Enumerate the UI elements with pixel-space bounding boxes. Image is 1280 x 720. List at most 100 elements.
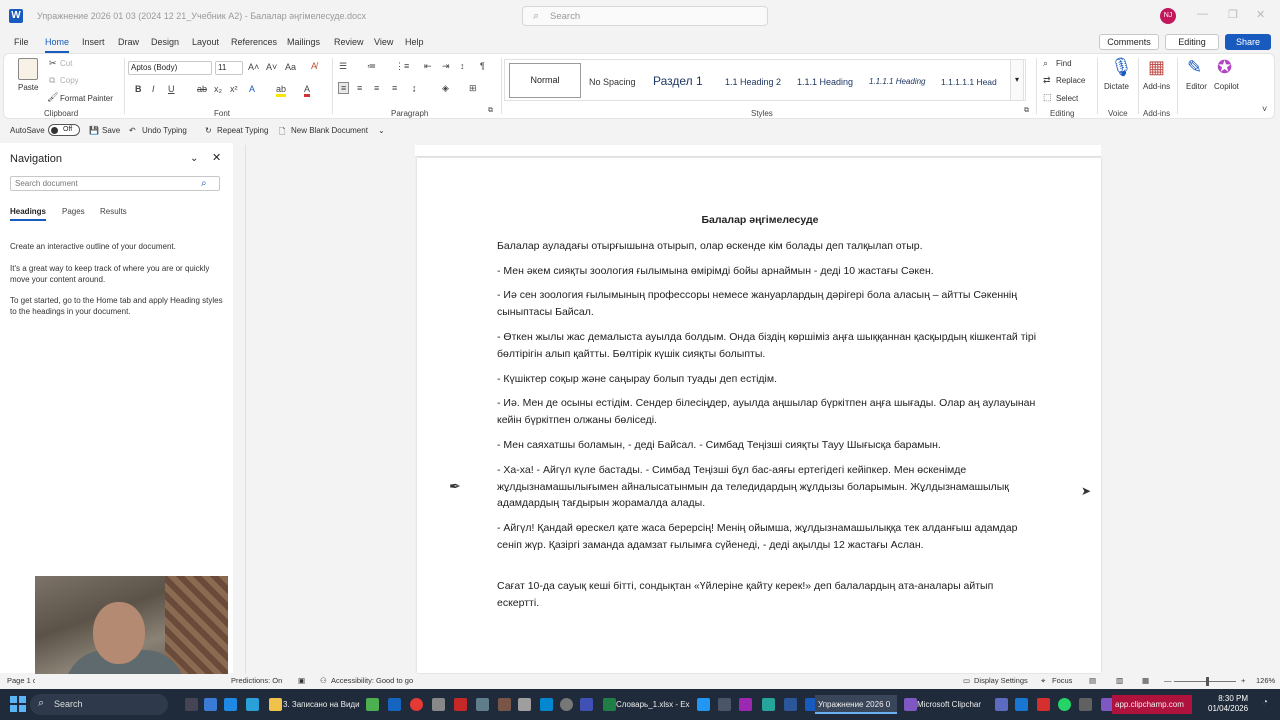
autosave-toggle[interactable]: Off <box>48 124 80 136</box>
dialog-launcher-icon[interactable]: ⧉ <box>488 107 493 115</box>
pdf-icon[interactable] <box>1037 698 1050 711</box>
notification-icon[interactable]: ◔ <box>1262 697 1268 708</box>
nav-search-input[interactable]: Search document ⌕ <box>10 176 220 191</box>
editing-mode-button[interactable]: Editing <box>1165 34 1219 50</box>
minimize-icon[interactable]: — <box>1197 8 1208 20</box>
close-icon[interactable]: ✕ <box>1256 8 1265 21</box>
app-icon[interactable] <box>518 698 531 711</box>
customize-qat-icon[interactable]: ⌄ <box>378 126 385 135</box>
tab-file[interactable]: File <box>14 37 29 47</box>
tab-help[interactable]: Help <box>405 37 424 47</box>
app-icon[interactable] <box>224 698 237 711</box>
copilot-button[interactable]: Copilot <box>1214 82 1239 91</box>
tab-review[interactable]: Review <box>334 37 364 47</box>
new-document-button[interactable]: New Blank Document <box>291 126 368 135</box>
page-count[interactable]: Page 1 of 1 <box>7 676 35 685</box>
print-layout-icon[interactable]: ▥ <box>1116 676 1123 685</box>
italic-icon[interactable]: I <box>152 84 155 94</box>
whatsapp-icon[interactable] <box>1058 698 1071 711</box>
read-mode-icon[interactable]: ▤ <box>1089 676 1096 685</box>
increase-indent-icon[interactable]: ⇥ <box>442 61 450 72</box>
numbering-icon[interactable]: ≔ <box>367 61 376 72</box>
app-icon[interactable] <box>718 698 731 711</box>
save-button[interactable]: Save <box>102 126 120 135</box>
cut-button[interactable]: Cut <box>60 59 72 68</box>
share-button[interactable]: Share <box>1225 34 1271 50</box>
avatar[interactable]: NJ <box>1160 8 1176 24</box>
skype-icon[interactable] <box>784 698 797 711</box>
microphone-icon[interactable]: 🎙 <box>1110 57 1133 78</box>
maximize-icon[interactable]: ❐ <box>1228 8 1238 21</box>
app-icon[interactable] <box>580 698 593 711</box>
display-settings-button[interactable]: Display Settings <box>974 676 1028 685</box>
format-painter-button[interactable]: Format Painter <box>60 94 113 103</box>
windows-start-icon[interactable] <box>10 696 26 712</box>
underline-icon[interactable]: U <box>168 84 175 94</box>
comments-button[interactable]: Comments <box>1099 34 1159 50</box>
paste-button[interactable]: Paste <box>18 83 38 92</box>
styles-dialog-launcher-icon[interactable]: ⧉ <box>1024 107 1029 115</box>
app-icon[interactable] <box>432 698 445 711</box>
find-button[interactable]: Find <box>1056 59 1072 68</box>
tab-results[interactable]: Results <box>100 207 127 216</box>
draw-pen-icon[interactable]: ✒ <box>449 478 461 495</box>
web-layout-icon[interactable]: ▦ <box>1142 676 1149 685</box>
app-icon[interactable] <box>1015 698 1028 711</box>
app-icon[interactable] <box>498 698 511 711</box>
sort-icon[interactable]: ↕ <box>460 61 465 71</box>
style-heading-3[interactable]: 1.1.1 Heading <box>797 77 853 87</box>
select-button[interactable]: Select <box>1056 94 1078 103</box>
app-icon[interactable] <box>540 698 553 711</box>
widgets-icon[interactable] <box>204 698 217 711</box>
outlook-icon[interactable] <box>388 698 401 711</box>
collapse-ribbon-icon[interactable]: ˅ <box>1262 104 1267 114</box>
taskbar-app-clipchamp[interactable]: Microsoft Clipchar <box>914 695 986 714</box>
dictate-button[interactable]: Dictate <box>1104 82 1129 91</box>
nav-options-icon[interactable]: ⌄ <box>190 153 198 164</box>
multilevel-list-icon[interactable]: ⋮≡ <box>395 61 409 72</box>
undo-button[interactable]: Undo Typing <box>142 126 187 135</box>
repeat-button[interactable]: Repeat Typing <box>217 126 268 135</box>
borders-icon[interactable]: ⊞ <box>469 83 477 94</box>
shading-icon[interactable]: ◈ <box>442 83 449 94</box>
style-heading-4[interactable]: 1.1.1.1 Heading <box>869 77 935 86</box>
taskbar-app-recording[interactable]: 3. Записано на Види <box>280 695 360 714</box>
teams-icon[interactable] <box>995 698 1008 711</box>
shrink-font-icon[interactable]: A˅ <box>266 62 277 72</box>
styles-more-button[interactable]: ▾ <box>1010 59 1024 101</box>
app-icon[interactable] <box>454 698 467 711</box>
tab-references[interactable]: References <box>231 37 277 47</box>
style-normal[interactable]: Normal <box>509 63 581 98</box>
align-left-icon[interactable]: ≡ <box>338 82 350 94</box>
justify-icon[interactable]: ≡ <box>392 83 397 93</box>
app-icon[interactable] <box>366 698 379 711</box>
tab-draw[interactable]: Draw <box>118 37 139 47</box>
tab-pages[interactable]: Pages <box>62 207 85 216</box>
tab-view[interactable]: View <box>374 37 393 47</box>
tab-mailings[interactable]: Mailings <box>287 37 320 47</box>
chrome-icon[interactable] <box>410 698 423 711</box>
font-color-icon[interactable]: A <box>304 84 311 97</box>
style-heading-2[interactable]: 1.1 Heading 2 <box>725 77 781 87</box>
superscript-icon[interactable]: x² <box>230 84 238 94</box>
add-ins-button[interactable]: Add-ins <box>1143 82 1170 91</box>
accessibility-status[interactable]: Accessibility: Good to go <box>331 676 413 685</box>
tab-layout[interactable]: Layout <box>192 37 219 47</box>
text-effects-icon[interactable]: A <box>249 84 255 94</box>
editor-icon[interactable]: ✎ <box>1187 57 1202 78</box>
line-spacing-icon[interactable]: ↨ <box>412 83 417 93</box>
paste-icon[interactable] <box>18 58 38 80</box>
app-icon[interactable] <box>1079 698 1092 711</box>
taskbar-app-excel[interactable]: Словарь_1.xlsx - Ex <box>613 695 690 714</box>
taskbar-app-clipchamp-web[interactable]: app.clipchamp.com <box>1112 695 1192 714</box>
grow-font-icon[interactable]: A˄ <box>248 62 259 72</box>
tab-design[interactable]: Design <box>151 37 179 47</box>
app-icon[interactable] <box>560 698 573 711</box>
nav-close-icon[interactable]: ✕ <box>212 151 221 164</box>
title-search-box[interactable]: ⌕ Search <box>522 6 768 26</box>
text-predictions[interactable]: Predictions: On <box>231 676 282 685</box>
bold-icon[interactable]: B <box>135 84 142 94</box>
focus-button[interactable]: Focus <box>1052 676 1072 685</box>
app-icon[interactable] <box>476 698 489 711</box>
align-right-icon[interactable]: ≡ <box>374 83 379 93</box>
